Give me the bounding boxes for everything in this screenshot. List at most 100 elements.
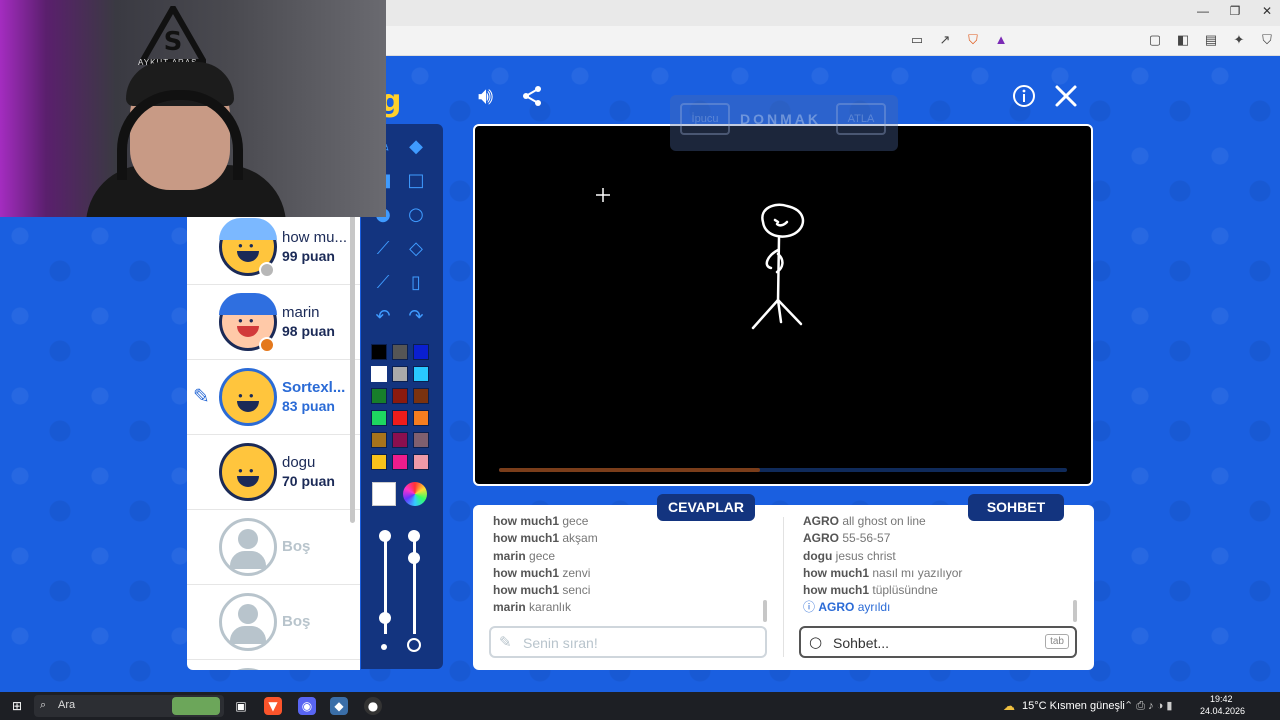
share-page-icon[interactable]: ↗ (936, 32, 954, 48)
color-swatch[interactable] (371, 454, 387, 470)
color-swatch[interactable] (371, 366, 387, 382)
redo-icon[interactable]: ↷ (402, 304, 430, 330)
small-brush-dot[interactable] (381, 644, 387, 650)
eyedropper-icon[interactable]: ⟋ (369, 270, 397, 296)
svg-text:S: S (164, 27, 183, 57)
search-icon: ⌕ (40, 699, 47, 711)
round-overlay: İpucu DONMAK ATLA (670, 95, 898, 151)
leo-icon[interactable]: ✦ (1230, 32, 1248, 48)
player-row[interactable]: ●● dogu 70 puan (187, 435, 360, 510)
color-swatch[interactable] (371, 388, 387, 404)
empty-avatar-icon (219, 593, 277, 651)
answer-input[interactable]: ✎ Senin sıran! (489, 626, 767, 658)
large-brush-dot[interactable] (407, 638, 421, 652)
windows-start-icon[interactable]: ⊞ (8, 697, 26, 715)
close-icon[interactable] (1054, 84, 1078, 112)
tab-answers[interactable]: CEVAPLAR (657, 494, 755, 521)
empty-slot: Boş (187, 510, 360, 585)
tray-icons[interactable]: ⌃ ⎙ ♪ ◑ ▮ (1124, 699, 1172, 713)
message-line: how much1 gece (493, 514, 589, 528)
player-row-current-drawer[interactable]: ✎ ●● Sortexl... 83 puan (187, 360, 360, 435)
chat-input[interactable]: ○ Sohbet... tab (799, 626, 1077, 658)
avatar: ●● (219, 443, 277, 501)
share-icon[interactable] (520, 84, 544, 112)
clock-date[interactable]: 24.04.2026 (1200, 706, 1245, 716)
color-swatch[interactable] (413, 366, 429, 382)
rect-outline-icon[interactable]: □ (402, 168, 430, 194)
color-swatch[interactable] (413, 388, 429, 404)
sidebar-icon[interactable]: ◧ (1174, 32, 1192, 48)
round-title: DONMAK (740, 111, 821, 127)
minimize-button[interactable]: — (1186, 4, 1220, 18)
wallet-icon[interactable]: ▤ (1202, 32, 1220, 48)
discord-icon[interactable]: ◉ (298, 697, 316, 715)
message-line: marin karanlık (493, 600, 572, 615)
empty-slot (187, 660, 360, 670)
undo-icon[interactable]: ↶ (369, 304, 397, 330)
player-list: ●● how mu... 99 puan ●● marin 98 puan ✎ … (187, 210, 360, 670)
search-highlight-image[interactable] (172, 697, 220, 715)
color-swatch[interactable] (371, 432, 387, 448)
crosshair-cursor (596, 188, 610, 202)
message-line: how much1 tüplüsündne (803, 583, 938, 598)
color-swatch[interactable] (371, 410, 387, 426)
empty-avatar-icon (219, 668, 277, 670)
hint-button[interactable]: İpucu (680, 103, 730, 135)
tab-chat[interactable]: SOHBET (968, 494, 1064, 521)
player-row[interactable]: ●● how mu... 99 puan (187, 210, 360, 285)
slider-knob[interactable] (408, 552, 420, 564)
color-swatch[interactable] (392, 410, 408, 426)
color-swatch[interactable] (392, 388, 408, 404)
chat-messages: AGRO all ghost on line AGRO 55-56-57 dog… (803, 513, 962, 617)
message-line: how much1 senci (493, 583, 591, 598)
color-swatch[interactable] (392, 432, 408, 448)
maximize-button[interactable]: ❐ (1218, 4, 1252, 18)
brave-shield-icon[interactable]: ⛉ (964, 32, 982, 48)
message-line: AGRO 55-56-57 (803, 531, 891, 546)
color-swatch[interactable] (392, 366, 408, 382)
fill-bucket-icon[interactable]: ◆ (402, 134, 430, 160)
obs-icon[interactable]: ● (364, 697, 382, 715)
vpn-icon[interactable]: ⛉ (1258, 32, 1276, 48)
rewards-icon[interactable]: ▲ (992, 32, 1010, 48)
slider-knob[interactable] (379, 612, 391, 624)
speaker-icon[interactable]: 🔊︎ (478, 84, 493, 108)
color-swatch[interactable] (392, 344, 408, 360)
opacity-slider[interactable] (413, 534, 416, 634)
color-swatch[interactable] (413, 410, 429, 426)
clock-time[interactable]: 19:42 (1210, 694, 1233, 704)
skip-button[interactable]: ATLA (836, 103, 886, 135)
line-tool-icon[interactable]: ⟋ (369, 236, 397, 262)
weather-icon: ☁ (1003, 699, 1015, 713)
color-swatch[interactable] (413, 344, 429, 360)
answers-scrollbar[interactable] (763, 600, 767, 622)
info-icon[interactable] (1012, 84, 1036, 112)
webcam-overlay: S AYKUT ARAS (0, 0, 386, 217)
circle-outline-icon[interactable]: ○ (402, 202, 430, 228)
new-page-icon[interactable]: ▯ (402, 270, 430, 296)
empty-slot: Boş (187, 585, 360, 660)
brave-icon[interactable]: ▼ (264, 697, 282, 715)
message-line: dogu jesus christ (803, 548, 896, 563)
app-icon[interactable]: ◆ (330, 697, 348, 715)
slider-knob[interactable] (408, 530, 420, 542)
message-line: marin gece (493, 548, 556, 563)
task-view-icon[interactable]: ▣ (232, 697, 250, 715)
color-wheel-icon[interactable] (403, 482, 427, 506)
color-swatch[interactable] (371, 344, 387, 360)
player-row[interactable]: ●● marin 98 puan (187, 285, 360, 360)
chat-scrollbar[interactable] (1073, 600, 1077, 622)
slider-knob[interactable] (379, 530, 391, 542)
color-swatch[interactable] (413, 432, 429, 448)
color-swatch[interactable] (392, 454, 408, 470)
close-window-button[interactable]: ✕ (1250, 4, 1280, 18)
color-swatch[interactable] (413, 454, 429, 470)
address-bar-icons: ▭ ↗ ⛉ ▲ (908, 32, 1010, 48)
eraser-icon[interactable]: ◇ (402, 236, 430, 262)
player-list-scrollbar[interactable] (350, 215, 355, 523)
info-icon: ⓘ (803, 600, 816, 615)
tab-icon[interactable]: ▢ (1146, 32, 1164, 48)
read-mode-icon[interactable]: ▭ (908, 32, 926, 48)
current-color-swatch[interactable] (372, 482, 396, 506)
drawing-canvas[interactable] (473, 124, 1093, 486)
